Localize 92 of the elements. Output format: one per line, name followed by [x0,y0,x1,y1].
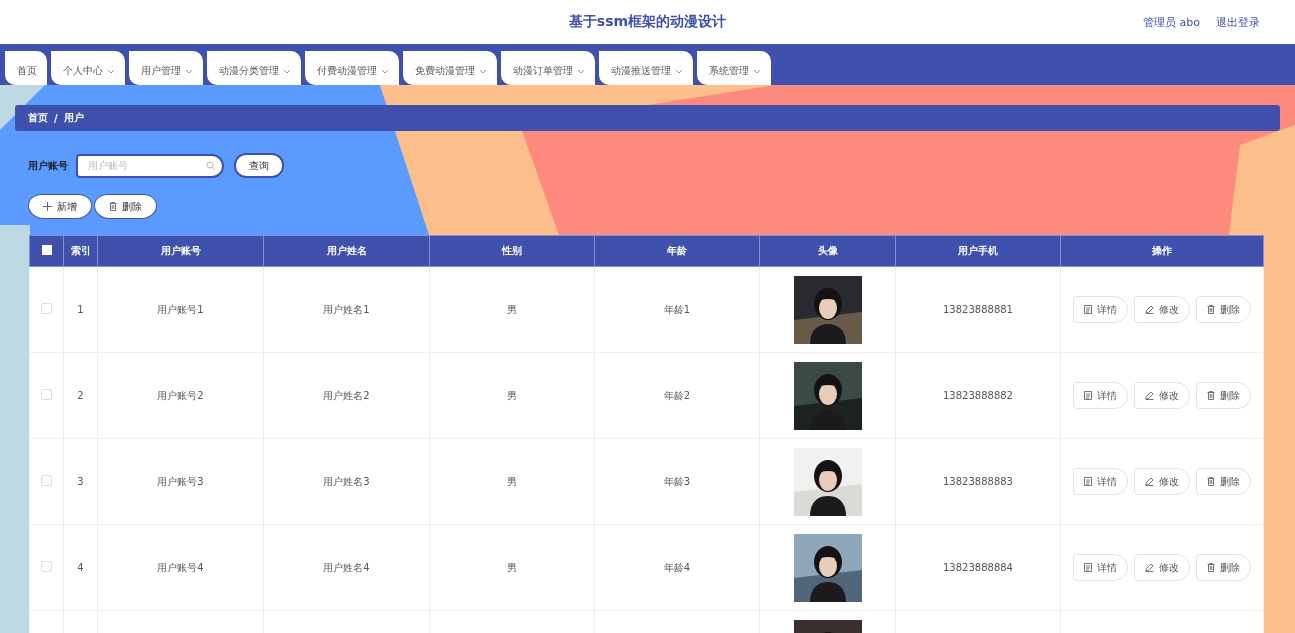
nav-menu-tab[interactable]: 动漫订单管理 [501,51,595,85]
chevron-down-icon [381,68,389,74]
row-index: 2 [77,390,84,401]
nav-menu-tab[interactable]: 用户管理 [129,51,203,85]
logout-link[interactable]: 退出登录 [1216,14,1260,30]
column-header: 用户姓名 [263,235,430,267]
nav-menu-tab[interactable]: 个人中心 [51,51,125,85]
trash-icon [1207,305,1215,314]
document-icon [1084,305,1092,314]
nav-menu-tab[interactable]: 首页 [5,51,47,85]
table-cell: 用户姓名1 [323,303,370,315]
nav-menu-tab[interactable]: 动漫推送管理 [599,51,693,85]
column-header: 性别 [429,235,595,267]
app-title: 基于ssm框架的动漫设计 [568,13,727,31]
edit-button[interactable]: 修改 [1134,468,1190,495]
detail-button[interactable]: 详情 [1073,296,1128,323]
edit-button[interactable]: 修改 [1134,382,1190,409]
detail-button[interactable]: 详情 [1073,554,1128,581]
breadcrumb-item: 用户 [63,111,84,125]
chevron-down-icon [283,68,291,74]
breadcrumb-item: / [54,112,58,124]
chevron-down-icon [107,68,115,74]
chevron-down-icon [479,68,487,74]
row-index: 3 [77,476,84,487]
nav-menu-tab[interactable]: 系统管理 [697,51,771,85]
detail-button[interactable]: 详情 [1073,468,1128,495]
table-cell: 年龄3 [663,475,691,487]
column-header: 用户手机 [895,235,1061,267]
table-cell: 年龄2 [663,389,691,401]
edit-button[interactable]: 修改 [1134,296,1190,323]
table-cell: 用户姓名3 [323,475,370,487]
breadcrumb-item: 首页 [28,111,48,125]
delete-button[interactable]: 删除 [1196,296,1251,323]
chevron-down-icon [185,68,193,74]
plus-icon [43,202,52,211]
table-cell: 男 [507,475,517,487]
query-button[interactable]: 查询 [234,153,284,178]
table-cell: 男 [507,389,517,401]
document-icon [1084,477,1092,486]
pencil-icon [1145,477,1154,486]
table-cell: 13823888882 [943,390,1013,401]
delete-button[interactable]: 删除 [94,194,157,219]
column-header: 操作 [1060,235,1264,267]
table-cell: 用户姓名4 [323,561,370,573]
admin-user: 管理员 abo [1143,14,1200,30]
edit-button[interactable]: 修改 [1134,554,1190,581]
row-checkbox[interactable] [41,561,52,572]
field-label: 用户账号 [28,158,68,173]
table-cell: 用户账号4 [157,561,204,573]
pencil-icon [1145,305,1154,314]
table-cell: 13823888884 [943,562,1013,573]
trash-icon [109,202,117,211]
row-checkbox[interactable] [41,303,52,314]
table-cell: 男 [507,561,517,573]
column-header: 头像 [759,235,896,267]
trash-icon [1207,477,1215,486]
trash-icon [1207,391,1215,400]
column-header: 用户账号 [97,235,264,267]
table-cell: 男 [507,303,517,315]
search-field[interactable]: 用户账号 [76,153,224,178]
table-cell: 用户账号2 [157,389,204,401]
pencil-icon [1145,391,1154,400]
delete-button[interactable]: 删除 [1196,554,1251,581]
search-icon [206,160,215,170]
chevron-down-icon [675,68,683,74]
table-cell: 年龄1 [663,303,691,315]
chevron-down-icon [577,68,585,74]
chevron-down-icon [753,68,761,74]
table-cell: 年龄4 [663,561,691,573]
table-cell: 13823888883 [943,476,1013,487]
row-index: 4 [77,562,84,573]
detail-button[interactable]: 详情 [1073,382,1128,409]
column-header: 索引 [63,235,98,267]
row-checkbox[interactable] [41,475,52,486]
add-button[interactable]: 新增 [28,194,92,219]
select-all-checkbox[interactable] [41,245,52,255]
trash-icon [1207,563,1215,572]
row-checkbox[interactable] [41,389,52,400]
document-icon [1084,563,1092,572]
row-index: 1 [77,304,84,315]
table-cell: 用户账号1 [157,303,204,315]
delete-button[interactable]: 删除 [1196,382,1251,409]
nav-menu-tab[interactable]: 付费动漫管理 [305,51,399,85]
table-cell: 13823888881 [943,304,1013,315]
pencil-icon [1145,563,1154,572]
column-header: 年龄 [594,235,760,267]
table-cell: 用户姓名2 [323,389,370,401]
nav-menu-tab[interactable]: 动漫分类管理 [207,51,301,85]
table-cell: 用户账号3 [157,475,204,487]
document-icon [1084,391,1092,400]
nav-menu-tab[interactable]: 免费动漫管理 [403,51,497,85]
delete-button[interactable]: 删除 [1196,468,1251,495]
